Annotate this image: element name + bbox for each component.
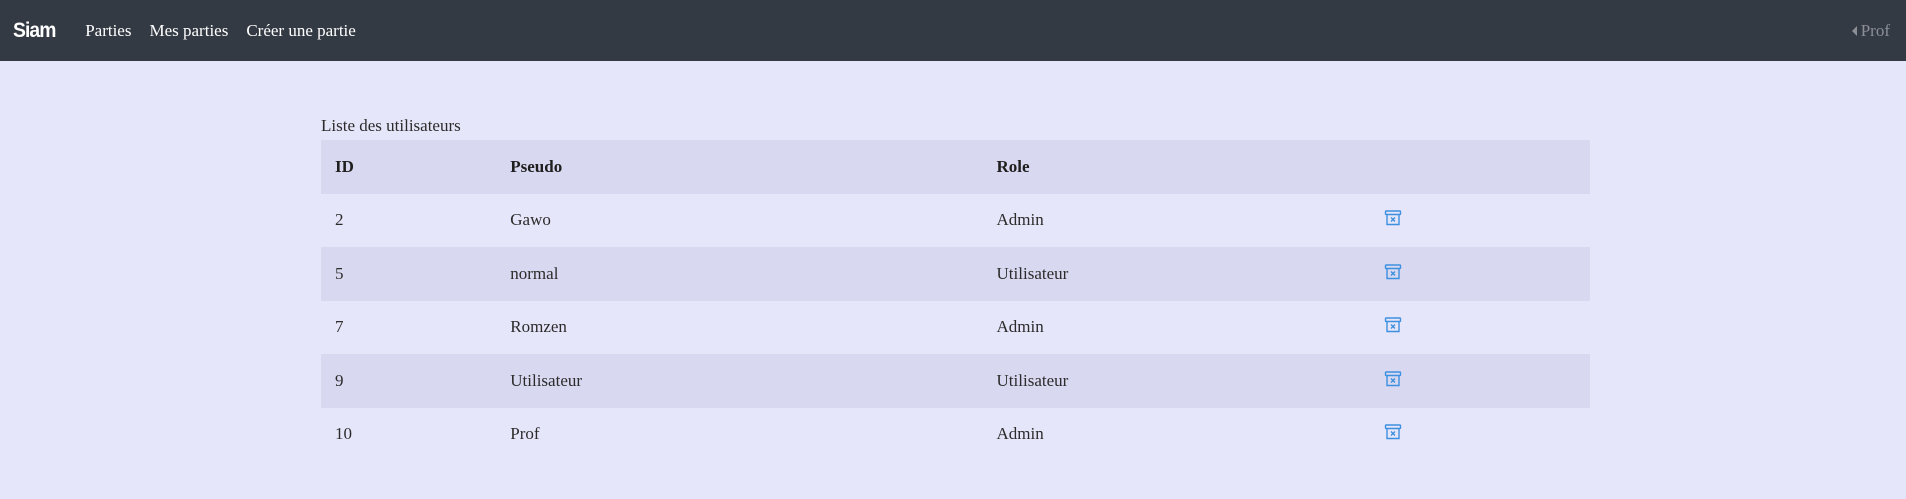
cell-role: Admin <box>996 210 1044 230</box>
nav-link-mes-parties[interactable]: Mes parties <box>149 21 228 41</box>
archive-delete-icon <box>1384 264 1402 280</box>
top-navbar: Siam Parties Mes parties Créer une parti… <box>0 0 1906 61</box>
header-id: ID <box>335 156 354 176</box>
cell-pseudo: normal <box>510 263 559 283</box>
cell-action <box>1370 408 1590 462</box>
table-row: 5 normal Utilisateur <box>321 247 1590 301</box>
table-row: 2 Gawo Admin <box>321 193 1590 248</box>
delete-user-button[interactable] <box>1384 316 1402 334</box>
header-role: Role <box>996 156 1030 176</box>
archive-delete-icon <box>1384 317 1402 333</box>
nav-links: Parties Mes parties Créer une partie <box>85 21 374 41</box>
cell-role: Utilisateur <box>996 370 1069 390</box>
brand-logo[interactable]: Siam <box>13 19 56 43</box>
cell-action <box>1370 194 1590 248</box>
cell-pseudo: Utilisateur <box>510 370 583 390</box>
table-caption: Liste des utilisateurs <box>321 116 461 135</box>
delete-user-button[interactable] <box>1384 370 1402 388</box>
delete-user-button[interactable] <box>1384 263 1402 281</box>
table-header-row: ID Pseudo Role <box>321 140 1590 194</box>
cell-id: 2 <box>335 210 344 230</box>
table-row: 9 Utilisateur Utilisateur <box>321 354 1590 408</box>
users-table: ID Pseudo Role 2 Gawo Admin 5 normal Uti… <box>321 140 1590 461</box>
cell-pseudo: Gawo <box>510 210 551 230</box>
table-row: 7 Romzen Admin <box>321 300 1590 355</box>
cell-role: Utilisateur <box>996 263 1069 283</box>
cell-id: 5 <box>335 263 344 283</box>
nav-link-parties[interactable]: Parties <box>85 21 131 41</box>
cell-role: Admin <box>996 317 1044 337</box>
cell-pseudo: Romzen <box>510 317 567 337</box>
user-name: Prof <box>1860 20 1890 40</box>
cell-id: 9 <box>335 370 344 390</box>
user-menu-toggle[interactable]: Prof <box>1851 0 1890 61</box>
cell-action <box>1370 354 1590 408</box>
cell-pseudo: Prof <box>510 424 540 444</box>
archive-delete-icon <box>1384 371 1402 387</box>
delete-user-button[interactable] <box>1384 423 1402 441</box>
caret-left-icon <box>1851 25 1857 36</box>
header-pseudo: Pseudo <box>510 156 563 176</box>
cell-action <box>1370 247 1590 301</box>
nav-link-creer-partie[interactable]: Créer une partie <box>246 21 356 41</box>
archive-delete-icon <box>1384 424 1402 440</box>
users-section: Liste des utilisateurs ID Pseudo Role 2 … <box>321 116 1590 461</box>
delete-user-button[interactable] <box>1384 209 1402 227</box>
cell-id: 7 <box>335 317 344 337</box>
archive-delete-icon <box>1384 210 1402 226</box>
header-actions <box>1370 140 1590 194</box>
cell-id: 10 <box>335 424 352 444</box>
cell-action <box>1370 301 1590 355</box>
cell-role: Admin <box>996 424 1044 444</box>
table-row: 10 Prof Admin <box>321 407 1590 462</box>
